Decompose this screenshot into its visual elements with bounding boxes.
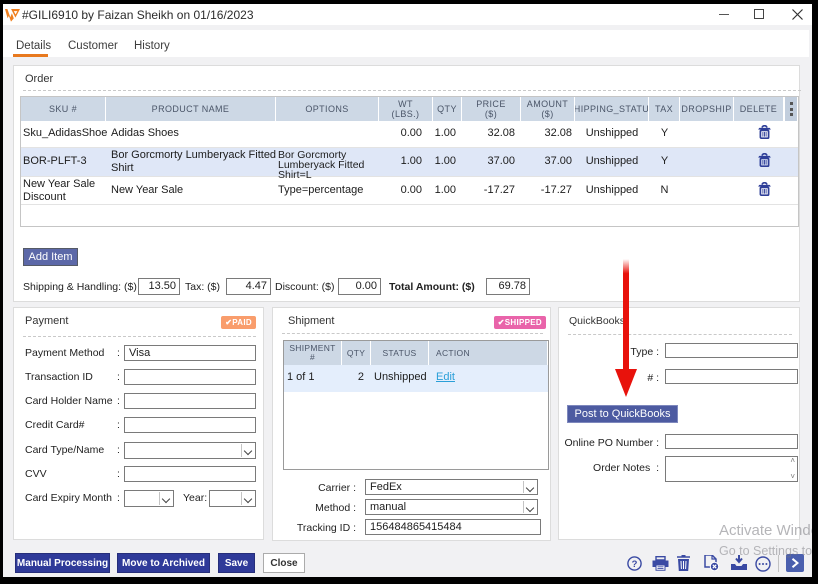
svg-text:?: ? [632,559,638,570]
